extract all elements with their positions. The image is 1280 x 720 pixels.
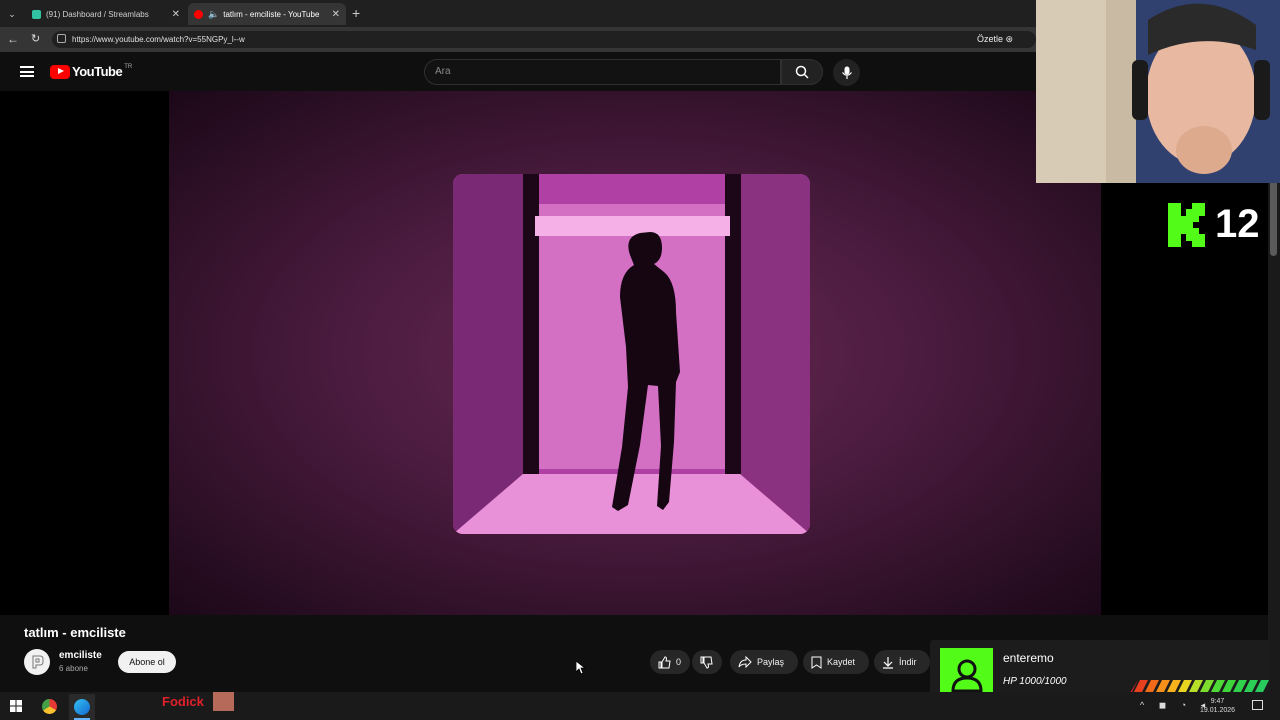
close-tab-icon[interactable]: ✕ (172, 9, 180, 20)
audio-playing-icon[interactable]: 🔈 (208, 9, 219, 20)
windows-start-icon[interactable] (10, 700, 22, 712)
search-input[interactable]: Ara (424, 59, 781, 85)
subscriber-count: 6 abone (59, 664, 88, 673)
url-text: https://www.youtube.com/watch?v=55NGPy_l… (72, 35, 245, 44)
search-button[interactable] (781, 59, 823, 85)
webcam-image (1036, 0, 1280, 183)
clock-date: 19.01.2026 (1200, 707, 1236, 714)
tab-youtube[interactable]: 🔈 tatlım - emciliste - YouTube ✕ (188, 3, 346, 25)
user-silhouette-icon (950, 659, 983, 692)
share-label: Paylaş (757, 657, 785, 667)
search-icon (795, 65, 809, 79)
share-arrow-icon (738, 656, 752, 668)
alert-username: enteremo (1003, 651, 1054, 665)
back-arrow-icon[interactable]: ← (7, 32, 19, 46)
tab-label: tatlım - emciliste - YouTube (223, 9, 320, 19)
fodick-overlay-label: Fodick (162, 694, 204, 709)
like-button[interactable]: 0 (650, 650, 690, 674)
kick-logo-icon (1168, 203, 1205, 247)
region-code: TR (124, 64, 133, 70)
youtube-logo[interactable]: YouTube TR (50, 64, 132, 79)
youtube-favicon-icon (194, 9, 203, 19)
dislike-button[interactable] (692, 650, 722, 674)
tab-list-chevron-icon[interactable]: ⌄ (4, 6, 20, 22)
voice-search-button[interactable] (833, 59, 860, 86)
chrome-taskbar-icon[interactable] (42, 699, 57, 714)
save-label: Kaydet (827, 657, 856, 667)
taskbar-clock[interactable]: 9:47 19.01.2026 (1200, 697, 1235, 715)
elevator-silhouette-image (453, 174, 810, 534)
channel-logo-icon (32, 655, 44, 669)
reload-icon[interactable]: ↻ (31, 32, 40, 45)
subscribe-button[interactable]: Abone ol (118, 651, 176, 673)
thumbs-up-icon (658, 655, 671, 668)
download-button[interactable]: İndir (874, 650, 930, 674)
channel-avatar[interactable] (24, 649, 50, 675)
summarize-button[interactable]: Özetle ⊛ (977, 34, 1013, 45)
url-field[interactable]: https://www.youtube.com/watch?v=55NGPy_l… (52, 31, 1036, 48)
download-icon (883, 656, 893, 669)
tab-label: (91) Dashboard / Streamlabs (46, 9, 149, 19)
edge-taskbar-icon (74, 699, 90, 715)
notification-center-icon[interactable] (1252, 700, 1263, 710)
video-title: tatlım - emciliste (24, 625, 126, 640)
like-count: 0 (676, 657, 682, 667)
video-cover-art (453, 174, 810, 534)
hamburger-menu-icon[interactable] (20, 66, 34, 77)
youtube-play-logo-icon (50, 64, 70, 79)
streamlabs-favicon-icon (32, 9, 41, 19)
scrollbar-thumb[interactable] (1270, 180, 1277, 256)
clock-time: 9:47 (1210, 698, 1225, 705)
microphone-icon (841, 66, 852, 79)
edge-taskbar-slot[interactable] (69, 694, 95, 720)
channel-name[interactable]: emciliste (59, 650, 102, 661)
search-placeholder: Ara (435, 66, 451, 77)
fodick-thumbnail (213, 692, 234, 711)
youtube-logo-text: YouTube (72, 64, 123, 79)
summarize-label: Özetle (977, 34, 1004, 44)
site-info-icon[interactable] (57, 34, 66, 43)
new-tab-plus-icon[interactable]: + (352, 5, 366, 21)
kick-viewer-count: 12 (1215, 202, 1260, 246)
mouse-cursor-icon (576, 661, 586, 675)
share-button[interactable]: Paylaş (730, 650, 798, 674)
close-tab-icon[interactable]: ✕ (332, 9, 340, 20)
streamer-webcam-overlay (1036, 0, 1280, 183)
tab-streamlabs[interactable]: (91) Dashboard / Streamlabs ✕ (26, 3, 186, 25)
bookmark-icon (811, 656, 822, 669)
download-label: İndir (899, 657, 917, 667)
save-button[interactable]: Kaydet (803, 650, 869, 674)
alert-hp-text: HP 1000/1000 (1003, 676, 1067, 687)
thumbs-down-icon (700, 656, 713, 669)
